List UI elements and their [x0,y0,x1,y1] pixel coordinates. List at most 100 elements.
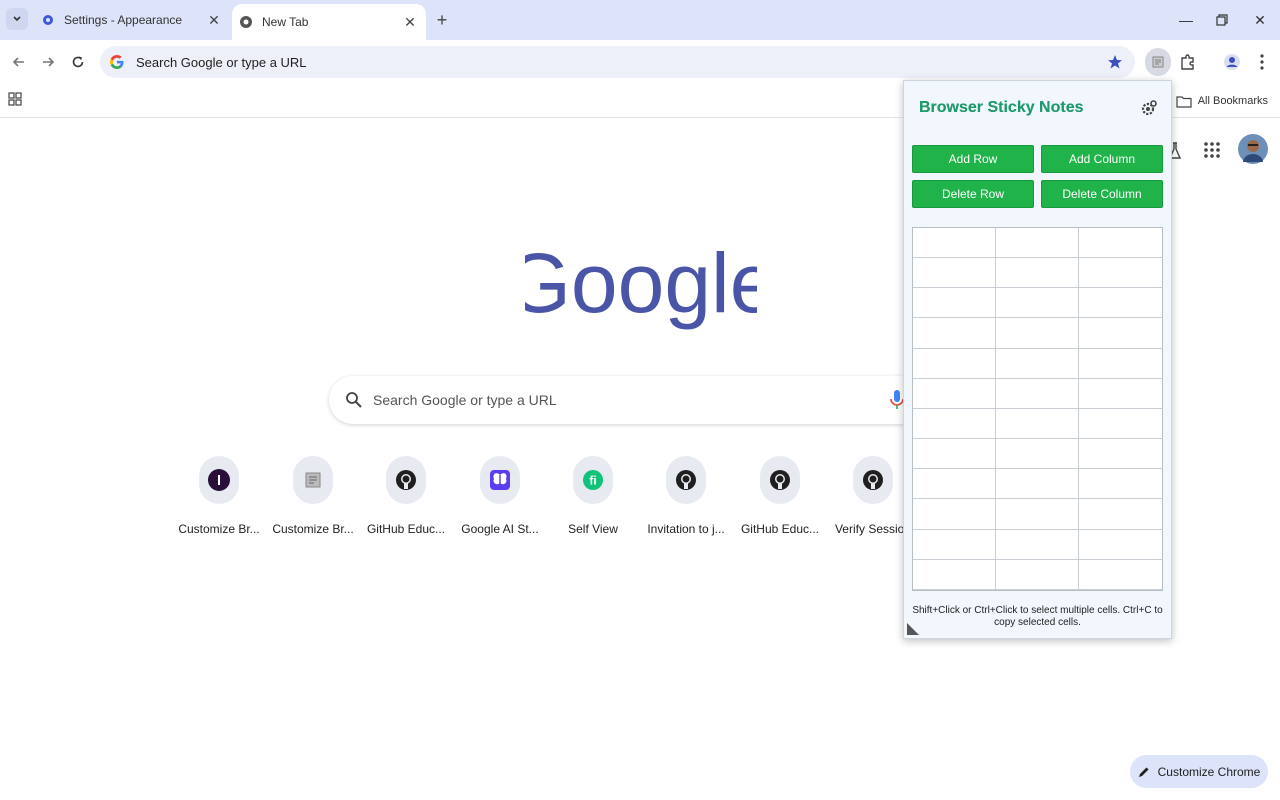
delete-row-button[interactable]: Delete Row [912,180,1034,208]
customize-chrome-button[interactable]: Customize Chrome [1130,755,1268,788]
tab-strip: Settings - Appearance ✕ New Tab ✕ + — ✕ [0,0,1280,40]
gear-icon [40,12,56,28]
shortcut-tile[interactable]: Customize Br... [172,456,266,546]
restore-icon[interactable] [1210,8,1234,32]
shortcut-icon-circle [666,456,706,504]
shortcut-icon-circle [480,456,520,504]
grid-cell[interactable] [1079,499,1162,530]
shortcut-tile[interactable]: Customize Br... [266,456,360,546]
tab-search-button[interactable] [6,8,28,30]
grid-cell[interactable] [1079,258,1162,289]
shortcut-icon-circle [853,456,893,504]
shortcut-icon-circle [199,456,239,504]
butterfly-icon [487,467,513,493]
shortcut-tile[interactable]: GitHub Educ... [359,456,453,546]
ntp-search-box[interactable]: Search Google or type a URL [329,376,949,424]
minimize-icon[interactable]: — [1174,8,1198,32]
popup-title: Browser Sticky Notes [919,99,1084,116]
menu-kebab-icon[interactable] [1250,50,1274,74]
shortcut-tile[interactable]: Google AI St... [453,456,547,546]
grid-cell[interactable] [996,258,1079,289]
shortcut-tile[interactable]: GitHub Educ... [733,456,827,546]
grid-cell[interactable] [913,529,996,560]
shortcut-label: Invitation to j... [647,522,725,536]
grid-cell[interactable] [913,318,996,349]
close-icon[interactable]: ✕ [400,12,420,32]
shortcut-label: Google AI St... [461,522,539,536]
grid-cell[interactable] [996,378,1079,409]
shortcut-tile[interactable]: Invitation to j... [639,456,733,546]
github-icon [673,467,699,493]
sticky-notes-extension-icon[interactable] [1145,48,1171,76]
reload-icon[interactable] [67,51,89,73]
apps-shortcut-icon[interactable] [8,92,26,110]
grid-cell[interactable] [996,529,1079,560]
add-row-button[interactable]: Add Row [912,145,1034,173]
settings-gear-icon[interactable] [1140,99,1158,117]
address-bar[interactable]: Search Google or type a URL [100,46,1135,78]
google-apps-icon[interactable] [1203,141,1221,159]
grid-cell[interactable] [913,559,996,590]
grid-cell[interactable] [1079,228,1162,259]
add-column-button[interactable]: Add Column [1041,145,1163,173]
shortcut-label: Self View [568,522,618,536]
grid-cell[interactable] [1079,530,1162,560]
grid-cell[interactable] [996,318,1079,349]
grid-cell[interactable] [913,258,996,289]
shortcut-icon-circle [386,456,426,504]
delete-column-button[interactable]: Delete Column [1041,180,1163,208]
grid-cell[interactable] [1079,349,1162,379]
grid-cell[interactable] [913,288,996,319]
tab-new-tab[interactable]: New Tab ✕ [232,4,426,40]
shortcut-label: GitHub Educ... [366,522,446,536]
grid-cell[interactable] [1079,439,1162,470]
search-icon [346,392,362,408]
pencil-icon [1138,767,1149,777]
grid-cell[interactable] [1079,409,1162,440]
shortcuts-grid: Customize Br... Customize Br... GitHub E… [172,456,932,546]
new-tab-button[interactable]: + [432,10,452,30]
tab-settings[interactable]: Settings - Appearance ✕ [34,0,230,40]
profile-icon[interactable] [1220,50,1244,74]
all-bookmarks-button[interactable]: All Bookmarks [1176,90,1268,112]
back-icon[interactable] [8,51,30,73]
github-icon [767,467,793,493]
grid-cell[interactable] [913,228,996,259]
grid-cell[interactable] [996,408,1079,440]
grid-cell[interactable] [1079,379,1162,409]
grid-cell[interactable] [996,559,1079,590]
window-close-icon[interactable]: ✕ [1248,8,1272,32]
grid-cell[interactable] [913,439,996,470]
close-icon[interactable]: ✕ [204,10,224,30]
grid-cell[interactable] [913,348,996,379]
grid-cell[interactable] [913,469,996,500]
svg-text:fi: fi [589,474,596,488]
forward-icon[interactable] [37,51,59,73]
grid-cell[interactable] [1079,469,1162,500]
grid-cell[interactable] [913,499,996,530]
grid-cell[interactable] [996,288,1079,319]
grid-cell[interactable] [996,348,1079,379]
ntp-search-placeholder: Search Google or type a URL [373,392,557,408]
avatar[interactable] [1238,134,1268,164]
toolbar: Search Google or type a URL [0,40,1280,84]
folder-icon [1176,95,1192,108]
grid-cell[interactable] [996,228,1079,259]
bookmark-star-icon[interactable] [1105,52,1125,72]
grid-cell[interactable] [913,408,996,440]
extensions-puzzle-icon[interactable] [1176,50,1200,74]
grid-cell[interactable] [1079,318,1162,349]
grid-cell[interactable] [913,378,996,409]
shortcut-icon-circle [760,456,800,504]
grid-cell[interactable] [1079,560,1162,590]
shortcut-tile[interactable]: fi Self View [546,456,640,546]
shortcut-i-icon [206,467,232,493]
github-icon [860,467,886,493]
resize-handle[interactable] [907,623,919,635]
grid-cell[interactable] [1079,288,1162,319]
grid-cell[interactable] [996,469,1079,500]
sticky-notes-popup: Browser Sticky Notes Add Row Add Column … [903,80,1172,639]
grid-cell[interactable] [996,439,1079,470]
shortcut-label: Verify Session [834,522,912,536]
grid-cell[interactable] [996,499,1079,530]
